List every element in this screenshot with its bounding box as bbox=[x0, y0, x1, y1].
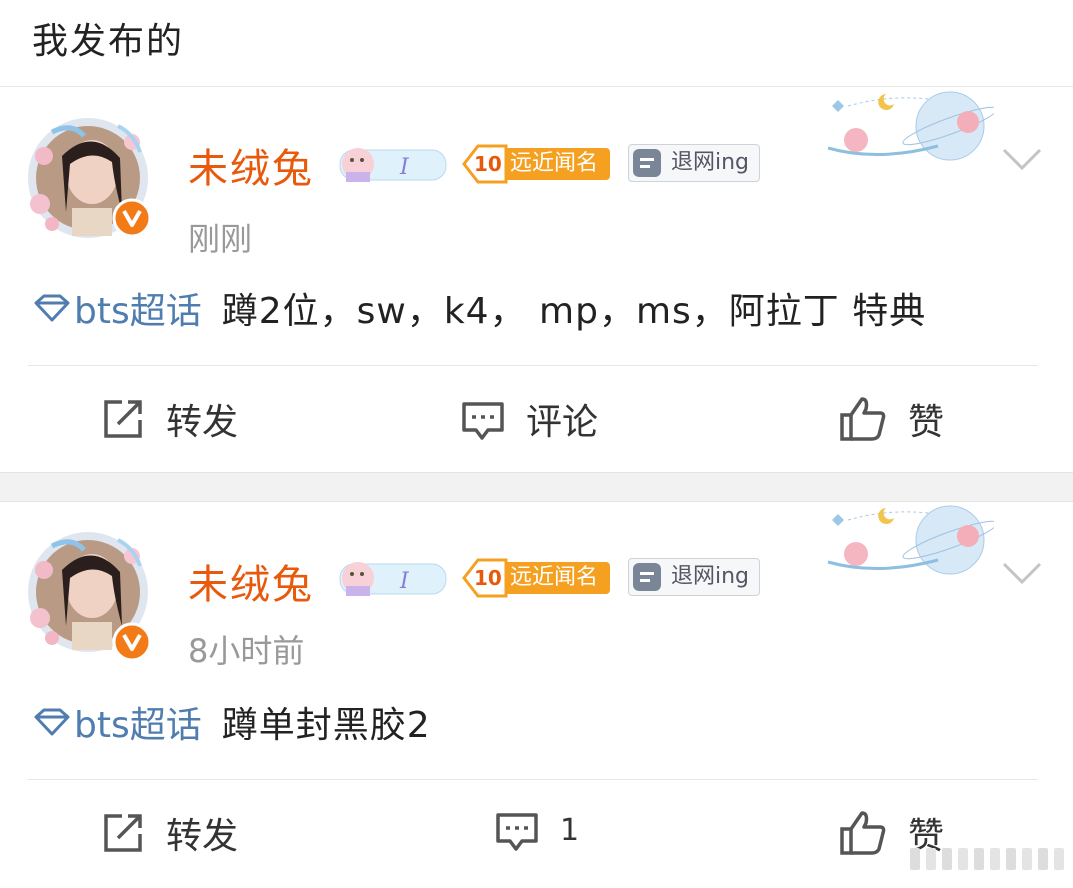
post-text: 蹲单封黑胶2 bbox=[221, 705, 431, 746]
card-decoration bbox=[818, 502, 998, 582]
comment-button[interactable]: 1 bbox=[494, 807, 579, 853]
avatar[interactable] bbox=[22, 112, 162, 242]
comment-button[interactable]: 评论 bbox=[460, 393, 598, 445]
divider bbox=[28, 365, 1038, 366]
diamond-icon bbox=[34, 294, 70, 322]
status-badge-label: 退网ing bbox=[671, 564, 750, 589]
repost-button[interactable]: 转发 bbox=[100, 807, 238, 859]
post-time: 刚刚 bbox=[188, 220, 253, 258]
post-text: 蹲2位，sw，k4， mp，ms，阿拉丁 特典 bbox=[221, 291, 927, 332]
chevron-down-icon[interactable] bbox=[1000, 560, 1044, 588]
repost-icon bbox=[104, 400, 142, 438]
svg-text:I: I bbox=[399, 569, 410, 594]
topic-link[interactable]: bts超话 bbox=[32, 282, 202, 334]
status-icon bbox=[633, 149, 661, 177]
like-icon bbox=[840, 811, 886, 855]
topic-link[interactable]: bts超话 bbox=[32, 696, 202, 748]
comment-label: 评论 bbox=[526, 402, 599, 443]
topic-label: bts超话 bbox=[74, 705, 202, 746]
status-badge[interactable]: 退网ing bbox=[628, 144, 760, 182]
comment-icon bbox=[496, 813, 538, 851]
card-decoration bbox=[818, 88, 998, 168]
level-label: 远近闻名 bbox=[510, 565, 599, 590]
post-card[interactable]: 未绒兔 I 10 远近闻名 退网ing bbox=[0, 502, 1073, 888]
comment-count: 1 bbox=[560, 812, 580, 848]
status-icon bbox=[633, 563, 661, 591]
post-content: bts超话 蹲2位，sw，k4， mp，ms，阿拉丁 特典 bbox=[32, 282, 926, 334]
post-content: bts超话 蹲单封黑胶2 bbox=[32, 696, 431, 748]
repost-button[interactable]: 转发 bbox=[100, 393, 238, 445]
comment-icon bbox=[462, 402, 504, 440]
topic-label: bts超话 bbox=[74, 291, 202, 332]
svg-text:I: I bbox=[399, 155, 410, 180]
post-card[interactable]: 未绒兔 I 10 远近闻名 退网ing bbox=[0, 88, 1073, 472]
divider bbox=[28, 779, 1038, 780]
username[interactable]: 未绒兔 bbox=[188, 136, 314, 194]
username[interactable]: 未绒兔 bbox=[188, 552, 314, 610]
page-title: 我发布的 bbox=[32, 21, 185, 62]
section-gap bbox=[0, 472, 1073, 502]
repost-label: 转发 bbox=[166, 402, 239, 443]
fan-badge[interactable]: I bbox=[338, 556, 448, 600]
chevron-down-icon[interactable] bbox=[1000, 146, 1044, 174]
page-header: 我发布的 bbox=[0, 0, 1073, 87]
level-number: 10 bbox=[474, 152, 502, 176]
repost-icon bbox=[104, 814, 142, 852]
status-badge[interactable]: 退网ing bbox=[628, 558, 760, 596]
fan-badge[interactable]: I bbox=[338, 142, 448, 186]
diamond-icon bbox=[34, 708, 70, 736]
level-label: 远近闻名 bbox=[510, 151, 599, 176]
repost-label: 转发 bbox=[166, 816, 239, 857]
like-icon bbox=[840, 397, 886, 441]
watermark bbox=[910, 846, 1068, 872]
level-badge[interactable]: 10 远近闻名 bbox=[462, 558, 612, 598]
verified-icon bbox=[112, 198, 152, 238]
post-time: 8小时前 bbox=[188, 632, 305, 670]
level-badge[interactable]: 10 远近闻名 bbox=[462, 144, 612, 184]
avatar[interactable] bbox=[22, 526, 162, 662]
like-label: 赞 bbox=[908, 402, 945, 443]
like-button[interactable]: 赞 bbox=[838, 393, 944, 445]
level-number: 10 bbox=[474, 566, 502, 590]
verified-icon bbox=[112, 622, 152, 662]
status-badge-label: 退网ing bbox=[671, 150, 750, 175]
